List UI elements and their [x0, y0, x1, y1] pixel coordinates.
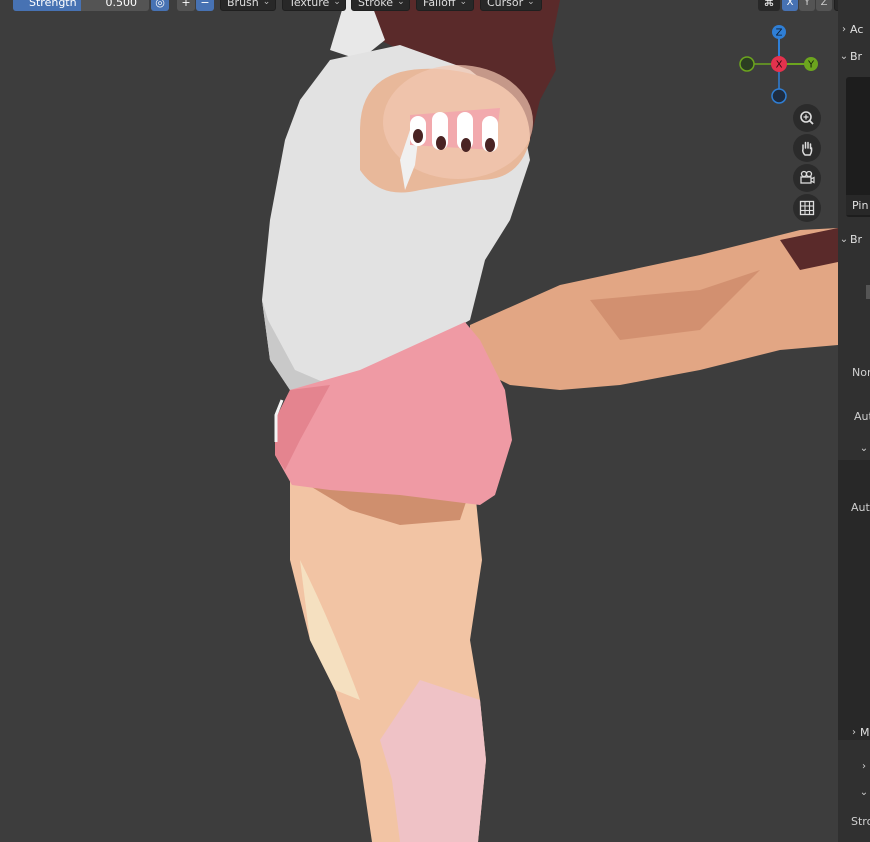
stroke-strength-label: Stro: [851, 815, 870, 828]
strength-slider[interactable]: Strength 0.500: [13, 0, 149, 11]
plus-icon: +: [181, 0, 191, 9]
chevron-down-icon: ⌄: [262, 0, 271, 7]
pan-hand-icon: [802, 141, 813, 156]
falloff-label: Falloff: [423, 0, 456, 9]
axis-z-label: Z: [820, 0, 828, 8]
neg-z-axis-handle[interactable]: [771, 88, 787, 104]
pan-button[interactable]: [793, 134, 821, 162]
header-toolbar: Strength 0.500 ◎ + − Brush ⌄ Texture ⌄ S…: [0, 0, 838, 11]
camera-view-button[interactable]: [793, 164, 821, 192]
camera-icon: [800, 170, 815, 184]
minus-icon: −: [200, 0, 210, 9]
chevron-down-icon: ⌄: [839, 233, 849, 245]
grid-icon: [799, 200, 815, 216]
panel-title: M: [860, 725, 870, 739]
chevron-right-icon: ›: [862, 760, 866, 772]
expanded-subpanel-toggle[interactable]: ⌄: [858, 781, 870, 803]
panel-title: Br: [850, 232, 863, 246]
zoom-icon: [800, 111, 814, 125]
chevron-down-icon: ⌄: [839, 50, 849, 62]
brush-name-field[interactable]: Pin: [846, 195, 870, 215]
direction-subtract-button[interactable]: −: [196, 0, 214, 11]
sculpt-model: [262, 0, 838, 842]
chevron-down-icon: ⌄: [333, 0, 341, 7]
chevron-right-icon: ›: [842, 23, 846, 35]
pressure-icon: ◎: [155, 0, 165, 9]
panel-title: Ac: [850, 22, 864, 36]
texture-label: Texture: [289, 0, 330, 9]
chevron-down-icon: ⌄: [459, 0, 468, 7]
panel-header-brushes[interactable]: ⌄ Br: [838, 45, 870, 67]
chevron-down-icon: ⌄: [859, 786, 869, 798]
collapsed-subpanel-toggle[interactable]: ›: [858, 755, 870, 777]
texture-menu[interactable]: Texture ⌄: [282, 0, 346, 11]
field-edge: [866, 285, 870, 299]
gizmo-z-label: Z: [776, 28, 783, 39]
3d-viewport[interactable]: Strength 0.500 ◎ + − Brush ⌄ Texture ⌄ S…: [0, 0, 838, 842]
falloff-menu[interactable]: Falloff ⌄: [416, 0, 474, 11]
stroke-label: Stroke: [358, 0, 394, 9]
panel-header-active-tool[interactable]: › Ac: [838, 18, 870, 40]
navigation-gizmo[interactable]: Z Y X: [735, 20, 825, 110]
auto-masking-label: Aut: [851, 501, 870, 514]
gizmo-x-label: X: [776, 60, 783, 71]
panel-header-brush-settings[interactable]: ⌄ Br: [838, 228, 870, 250]
neg-y-axis-handle[interactable]: [739, 56, 755, 72]
pressure-toggle-button[interactable]: ◎: [151, 0, 169, 11]
axis-x-label: X: [786, 0, 794, 8]
strength-label: Strength: [29, 0, 77, 9]
mirror-y-toggle[interactable]: Y: [799, 0, 815, 11]
panel-title: Br: [850, 49, 863, 63]
cursor-menu[interactable]: Cursor ⌄: [480, 0, 542, 11]
gizmo-y-label: Y: [807, 60, 815, 71]
panel-header-m[interactable]: › M: [848, 721, 870, 743]
chevron-right-icon: ›: [852, 726, 856, 738]
brush-label: Brush: [227, 0, 259, 9]
strength-value: 0.500: [105, 0, 138, 9]
cursor-label: Cursor: [487, 0, 524, 9]
chevron-down-icon: ⌄: [397, 0, 405, 7]
chevron-down-icon: ⌄: [859, 442, 869, 454]
chevron-down-icon: ⌄: [527, 0, 535, 7]
auto-smooth-label: Aut: [854, 410, 870, 423]
mirror-x-toggle[interactable]: X: [782, 0, 798, 11]
zoom-button[interactable]: [793, 104, 821, 132]
mirror-z-toggle[interactable]: Z: [816, 0, 832, 11]
normal-label: Nor: [852, 366, 870, 379]
brush-menu[interactable]: Brush ⌄: [220, 0, 276, 11]
symmetry-icon-button[interactable]: ⌘: [758, 0, 780, 11]
butterfly-icon: ⌘: [763, 0, 775, 9]
properties-sidebar: › Ac ⌄ Br Pin ⌄ Br Nor Aut ⌄ Aut › M › ⌄…: [838, 0, 870, 842]
ortho-toggle-button[interactable]: [793, 194, 821, 222]
axis-y-label: Y: [803, 0, 811, 8]
direction-add-button[interactable]: +: [177, 0, 195, 11]
brush-name: Pin: [852, 198, 869, 212]
subpanel-toggle[interactable]: ⌄: [858, 437, 870, 459]
stroke-menu[interactable]: Stroke ⌄: [351, 0, 410, 11]
